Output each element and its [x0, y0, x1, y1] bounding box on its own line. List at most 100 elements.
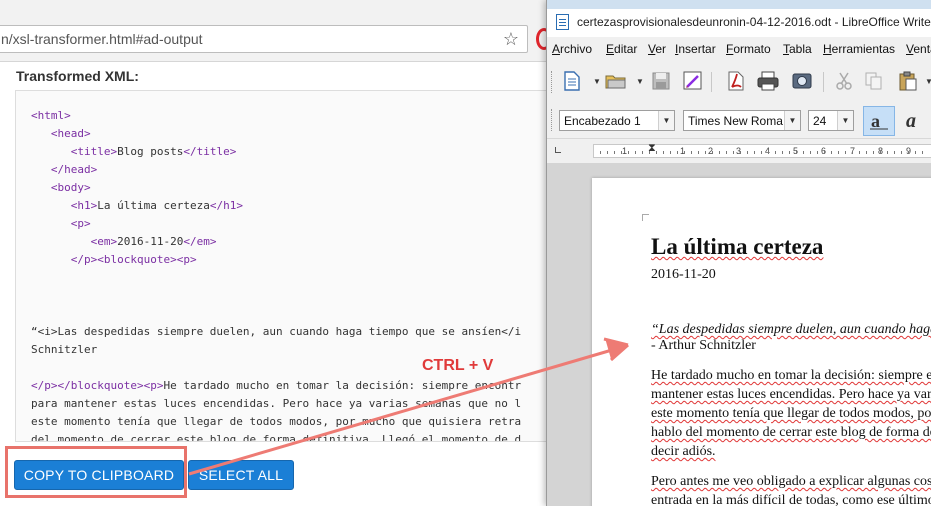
- print-icon[interactable]: [757, 70, 779, 92]
- chevron-down-icon[interactable]: ▼: [837, 111, 853, 130]
- paste-dropdown-icon[interactable]: ▼: [925, 77, 931, 86]
- ruler-tick: [901, 151, 902, 154]
- italic-style-icon[interactable]: a: [897, 106, 929, 136]
- toolbar-separator: [711, 72, 712, 92]
- print-preview-icon[interactable]: [791, 70, 813, 92]
- new-document-icon[interactable]: [561, 70, 583, 92]
- ruler-tick: [656, 151, 657, 154]
- doc-quote-text: “Las despedidas siempre duelen, aun cuan…: [651, 322, 931, 337]
- ruler-tick: [649, 151, 650, 154]
- ruler-tick: [873, 151, 874, 154]
- standard-toolbar: ▼ ▼ ▼: [547, 63, 931, 101]
- svg-text:a: a: [906, 111, 916, 131]
- writer-document-icon: [556, 14, 569, 30]
- window-top-strip: [547, 0, 931, 9]
- ruler-tick: [726, 151, 727, 154]
- ruler-tick: [747, 151, 748, 154]
- ruler-tick: [719, 151, 720, 154]
- xml-output-box[interactable]: <html> <head> <title>Blog posts</title> …: [15, 90, 575, 442]
- document-area: La última certeza 2016-11-20 “Las desped…: [547, 163, 931, 506]
- menu-formato[interactable]: Formato: [726, 42, 771, 56]
- ruler-tick: [691, 151, 692, 154]
- ruler-tick: [761, 151, 762, 154]
- toolbar-grip[interactable]: [551, 71, 554, 93]
- open-dropdown-icon[interactable]: ▼: [636, 77, 644, 86]
- bold-style-icon[interactable]: a: [863, 106, 895, 136]
- menu-archivo[interactable]: Archivo: [552, 42, 592, 56]
- xml-text: para mantener estas luces encendidas. Pe…: [31, 397, 522, 410]
- doc-paragraph-line: Pero antes me veo obligado a explicar al…: [651, 472, 931, 491]
- xml-line: <p>: [31, 217, 91, 231]
- horizontal-ruler[interactable]: ⧗ 1123456789: [593, 142, 931, 158]
- ruler-tick: [670, 151, 671, 154]
- ruler-tick: [789, 151, 790, 154]
- xml-text: La última certeza: [97, 199, 210, 212]
- ruler-tick: [698, 151, 699, 154]
- ruler-tick: [859, 151, 860, 154]
- xml-tag: </title>: [183, 145, 237, 158]
- xml-tag: <body>: [50, 181, 91, 194]
- toolbar-grip[interactable]: [551, 109, 554, 131]
- doc-heading-text: La última certeza: [651, 234, 824, 259]
- save-icon[interactable]: [650, 70, 672, 92]
- doc-heading: La última certeza: [651, 234, 823, 260]
- font-size-select[interactable]: 24 ▼: [808, 110, 854, 131]
- doc-paragraph-line: este momento tenía que llegar de todos m…: [651, 404, 931, 423]
- doc-line-text: decir adiós.: [651, 444, 716, 459]
- ruler-number: 1: [622, 146, 628, 156]
- export-pdf-icon[interactable]: [725, 70, 747, 92]
- ruler-tick: [915, 151, 916, 154]
- ruler-tick: [754, 151, 755, 154]
- ruler-row: ⧗ 1123456789: [547, 139, 931, 163]
- ruler-tick: [621, 151, 622, 154]
- ruler-tick: [824, 151, 825, 154]
- ruler-tick: [866, 151, 867, 154]
- cut-icon[interactable]: [833, 70, 855, 92]
- xml-tag: <h1>: [70, 199, 98, 212]
- ruler-tick: [922, 151, 923, 154]
- paragraph-style-select[interactable]: Encabezado 1 ▼: [559, 110, 675, 131]
- ruler-tick: [782, 151, 783, 154]
- formatting-toolbar: Encabezado 1 ▼ Times New Roma ▼ 24 ▼ a a: [547, 101, 931, 139]
- menu-herramientas[interactable]: Herramientas: [823, 42, 895, 56]
- chevron-down-icon[interactable]: ▼: [658, 111, 674, 130]
- url-field[interactable]: n/xsl-transformer.html#ad-output ☆: [0, 25, 528, 53]
- doc-line-text: hablo del momento de cerrar este blog de…: [651, 425, 931, 440]
- edit-document-icon[interactable]: [682, 70, 704, 92]
- section-title: Transformed XML:: [16, 68, 139, 84]
- xml-text: He tardado mucho en tomar la decisión: s…: [163, 379, 522, 392]
- font-name-select[interactable]: Times New Roma ▼: [683, 110, 801, 131]
- menu-venta[interactable]: Venta: [906, 42, 931, 56]
- ruler-tick: [607, 151, 608, 154]
- xml-line: </p></blockquote><p>He tardado mucho en …: [31, 379, 521, 393]
- menu-tabla[interactable]: Tabla: [783, 42, 812, 56]
- chevron-down-icon[interactable]: ▼: [784, 111, 800, 130]
- xml-tag: <head>: [50, 127, 91, 140]
- ruler-tick: [705, 151, 706, 154]
- copy-icon[interactable]: [863, 70, 885, 92]
- menu-insertar[interactable]: Insertar: [675, 42, 716, 56]
- select-all-button[interactable]: SELECT ALL: [188, 460, 294, 490]
- new-dropdown-icon[interactable]: ▼: [593, 77, 601, 86]
- menu-ver[interactable]: Ver: [648, 42, 666, 56]
- xml-line: del momento de cerrar este blog de forma…: [31, 433, 521, 441]
- bookmark-star-icon[interactable]: ☆: [503, 29, 519, 49]
- paste-icon[interactable]: [897, 70, 919, 92]
- tab-stop-icon[interactable]: [555, 147, 561, 153]
- xml-line: “<i>Las despedidas siempre duelen, aun c…: [31, 325, 521, 339]
- xml-line: <em>2016-11-20</em>: [31, 235, 217, 249]
- xml-tag: <em>: [90, 235, 118, 248]
- xml-text: Blog posts: [117, 145, 184, 158]
- address-bar-area: n/xsl-transformer.html#ad-output ☆: [0, 0, 560, 62]
- menu-editar[interactable]: Editar: [606, 42, 637, 56]
- document-page[interactable]: La última certeza 2016-11-20 “Las desped…: [592, 178, 931, 506]
- xml-line: para mantener estas luces encendidas. Pe…: [31, 397, 521, 411]
- ruler-tick: [831, 151, 832, 154]
- xml-tag: </p><blockquote><p>: [70, 253, 197, 266]
- xml-text: “<i>Las despedidas siempre duelen, aun c…: [31, 325, 522, 338]
- ruler-tick: [712, 151, 713, 154]
- ruler-tick: [908, 151, 909, 154]
- open-folder-icon[interactable]: [605, 70, 627, 92]
- ruler-tick: [894, 151, 895, 154]
- copy-to-clipboard-button[interactable]: COPY TO CLIPBOARD: [14, 460, 184, 490]
